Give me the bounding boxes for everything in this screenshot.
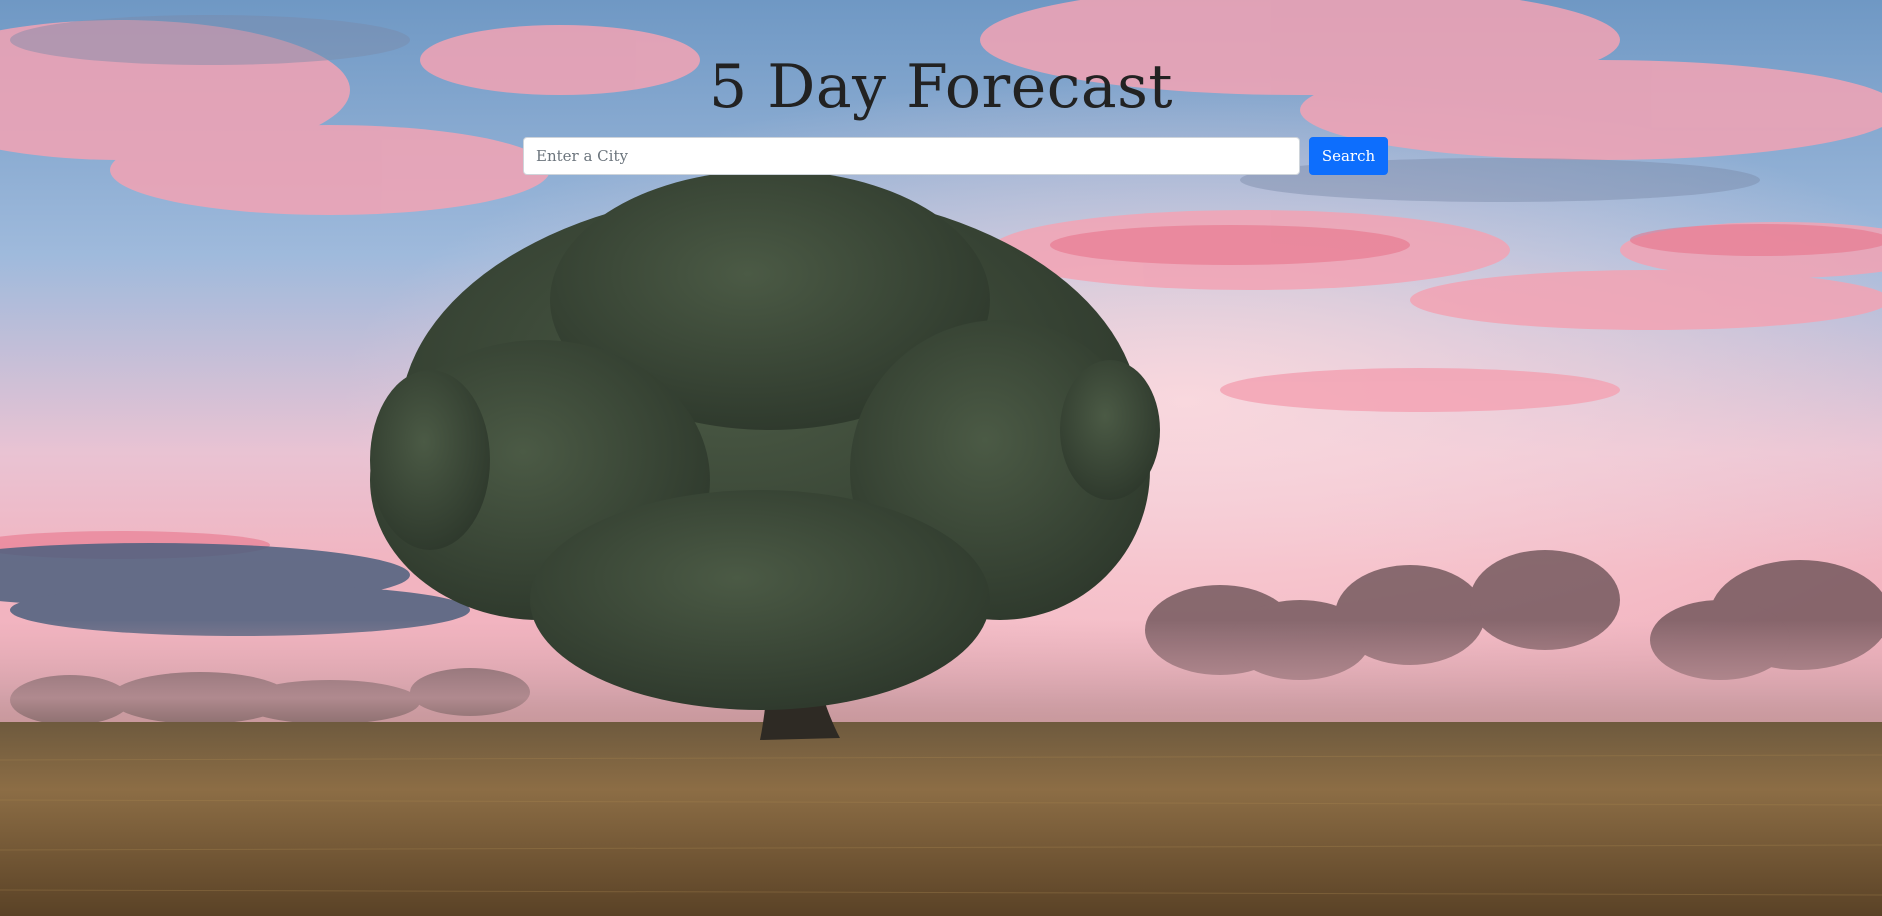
city-search-input[interactable] <box>523 137 1300 175</box>
search-form: Search <box>523 137 1389 175</box>
page-header: 5 Day Forecast <box>0 44 1882 130</box>
search-button[interactable]: Search <box>1309 137 1388 175</box>
page-title: 5 Day Forecast <box>708 52 1174 122</box>
